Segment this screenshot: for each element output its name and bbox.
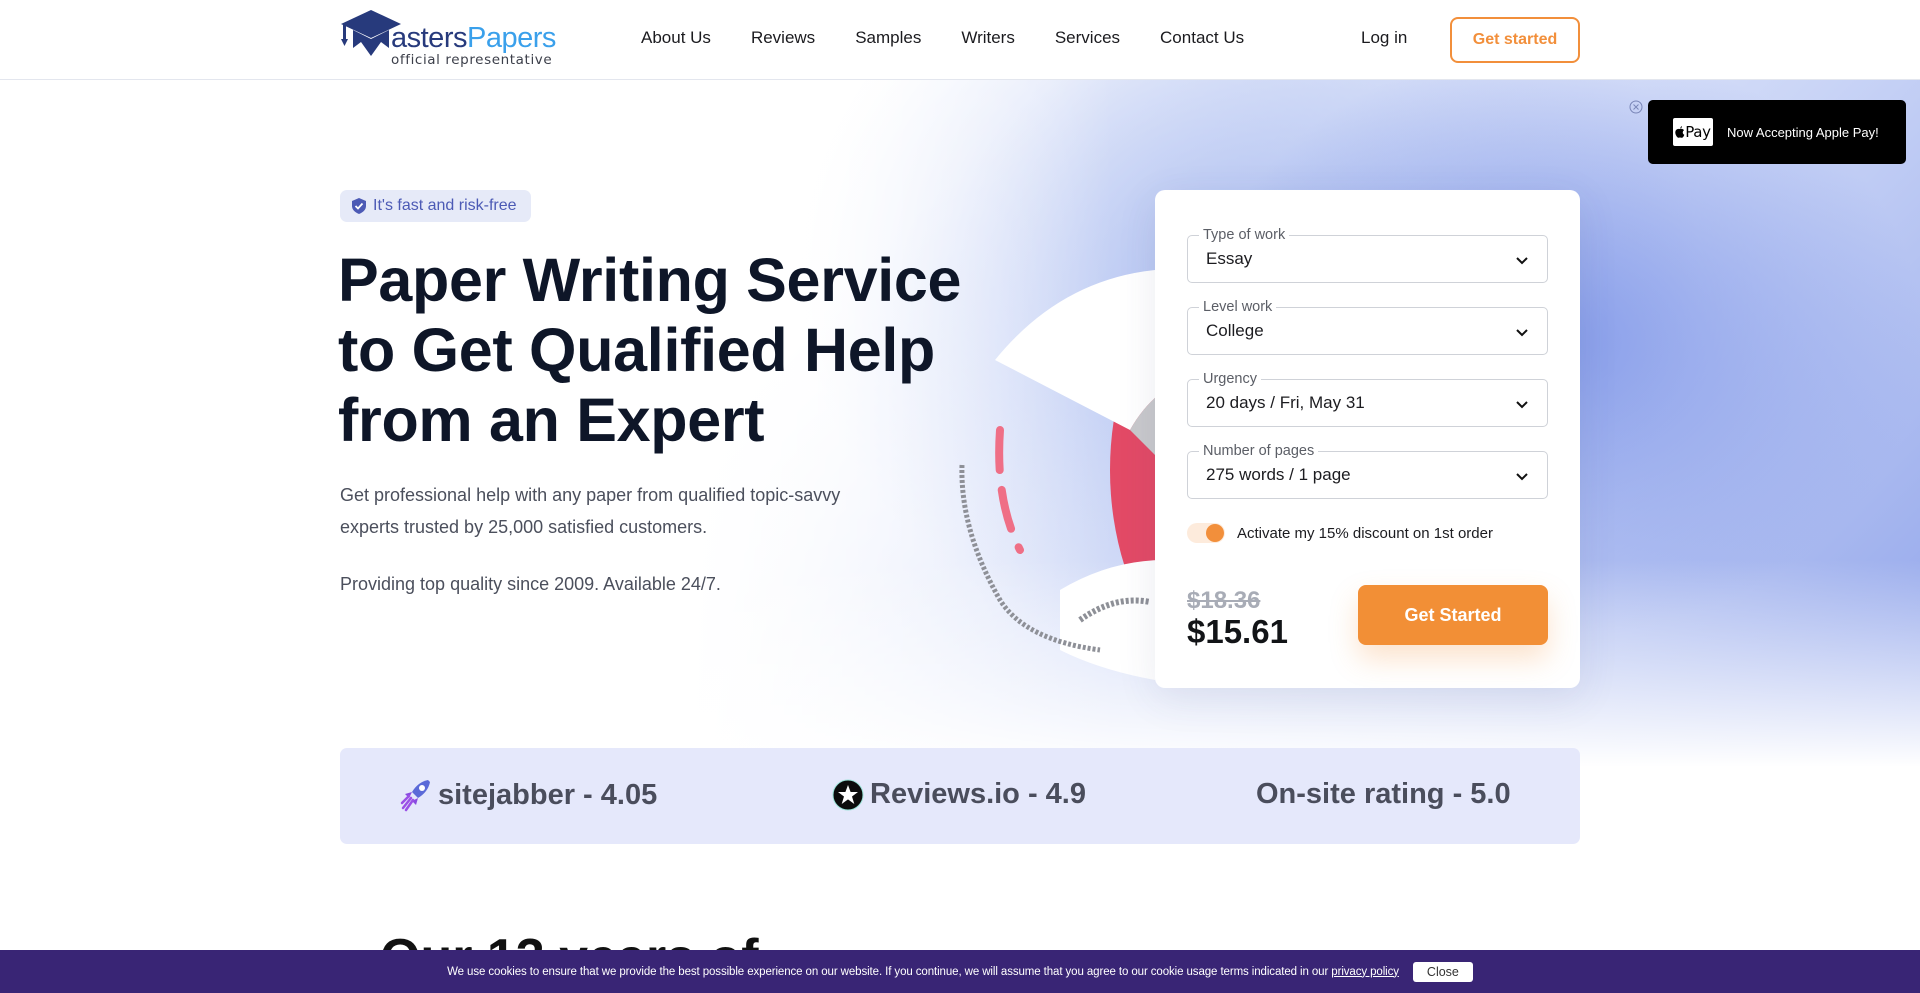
old-price: $18.36: [1187, 587, 1261, 614]
get-started-header-button[interactable]: Get started: [1450, 17, 1580, 63]
chevron-down-icon: [1516, 329, 1528, 337]
hero-lead: Get professional help with any paper fro…: [340, 485, 841, 537]
ratings-strip: sitejabber - 4.05 Reviews.io - 4.9 On-si…: [340, 748, 1580, 844]
discount-toggle-label: Activate my 15% discount on 1st order: [1237, 524, 1493, 542]
cookie-message-text: We use cookies to ensure that we provide…: [447, 965, 1329, 978]
rocket-icon: [400, 780, 430, 812]
star-circle-icon: [832, 779, 864, 810]
discount-toggle[interactable]: [1187, 523, 1225, 543]
logo[interactable]: astersPapers official representative: [339, 8, 556, 70]
apple-pay-toast: Pay Now Accepting Apple Pay!: [1648, 100, 1906, 164]
hero-title: Paper Writing Service to Get Qualified H…: [338, 245, 1038, 455]
nav-contact-us[interactable]: Contact Us: [1160, 28, 1244, 48]
logo-subtitle: official representative: [391, 52, 553, 68]
nav-writers[interactable]: Writers: [961, 28, 1015, 48]
nav-about-us[interactable]: About Us: [641, 28, 711, 48]
rating-reviews-io[interactable]: Reviews.io - 4.9: [832, 778, 1086, 811]
privacy-policy-link[interactable]: privacy policy: [1331, 966, 1399, 978]
apple-pay-logo: Pay: [1673, 118, 1713, 146]
badge-text: It's fast and risk-free: [373, 197, 517, 214]
apple-pay-text: Pay: [1685, 123, 1711, 141]
cookie-close-button[interactable]: Close: [1412, 961, 1473, 982]
field-label: Level work: [1199, 298, 1277, 316]
field-value: 275 words / 1 page: [1206, 465, 1351, 484]
chevron-down-icon: [1516, 401, 1528, 409]
nav-samples[interactable]: Samples: [855, 28, 921, 48]
hero-title-line: Paper Writing Service: [338, 246, 962, 314]
field-label: Urgency: [1199, 370, 1261, 388]
logo-wordmark: astersPapers: [391, 22, 556, 54]
field-value: 20 days / Fri, May 31: [1206, 393, 1365, 412]
urgency-select[interactable]: Urgency 20 days / Fri, May 31: [1187, 370, 1548, 427]
shield-check-icon: [352, 198, 366, 214]
discount-toggle-row: Activate my 15% discount on 1st order: [1187, 523, 1493, 543]
type-of-work-select[interactable]: Type of work Essay: [1187, 226, 1548, 283]
rating-text: On-site rating - 5.0: [1256, 778, 1511, 810]
hero-title-line: to Get Qualified Help: [338, 316, 935, 384]
toast-message: Now Accepting Apple Pay!: [1727, 124, 1879, 140]
field-label: Type of work: [1199, 226, 1290, 244]
nav-reviews[interactable]: Reviews: [751, 28, 815, 48]
apple-icon: [1675, 126, 1685, 138]
close-icon[interactable]: [1629, 100, 1643, 114]
cookie-message: We use cookies to ensure that we provide…: [447, 966, 1399, 978]
field-label: Number of pages: [1199, 442, 1319, 460]
field-value: Essay: [1206, 249, 1253, 268]
cookie-bar: We use cookies to ensure that we provide…: [0, 950, 1920, 993]
level-work-select[interactable]: Level work College: [1187, 298, 1548, 355]
hero-since: Providing top quality since 2009. Availa…: [340, 574, 721, 594]
nav-services[interactable]: Services: [1055, 28, 1120, 48]
get-started-order-button[interactable]: Get Started: [1358, 585, 1548, 645]
number-of-pages-select[interactable]: Number of pages 275 words / 1 page: [1187, 442, 1548, 499]
hero-title-line: from an Expert: [338, 386, 765, 454]
rating-sitejabber[interactable]: sitejabber - 4.05: [400, 778, 657, 812]
toggle-knob: [1206, 524, 1224, 542]
login-link[interactable]: Log in: [1361, 28, 1407, 48]
new-price: $15.61: [1187, 613, 1288, 650]
rating-on-site: On-site rating - 5.0: [1256, 778, 1511, 811]
main-nav: About Us Reviews Samples Writers Service…: [641, 28, 1284, 48]
site-header: astersPapers official representative Abo…: [0, 0, 1920, 80]
order-form-card: Type of work Essay Level work College Ur…: [1155, 190, 1580, 688]
field-value: College: [1206, 321, 1264, 340]
risk-free-badge: It's fast and risk-free: [340, 190, 531, 222]
chevron-down-icon: [1516, 257, 1528, 265]
rating-text: sitejabber - 4.05: [438, 778, 658, 811]
rating-text: Reviews.io - 4.9: [870, 778, 1086, 810]
chevron-down-icon: [1516, 473, 1528, 481]
